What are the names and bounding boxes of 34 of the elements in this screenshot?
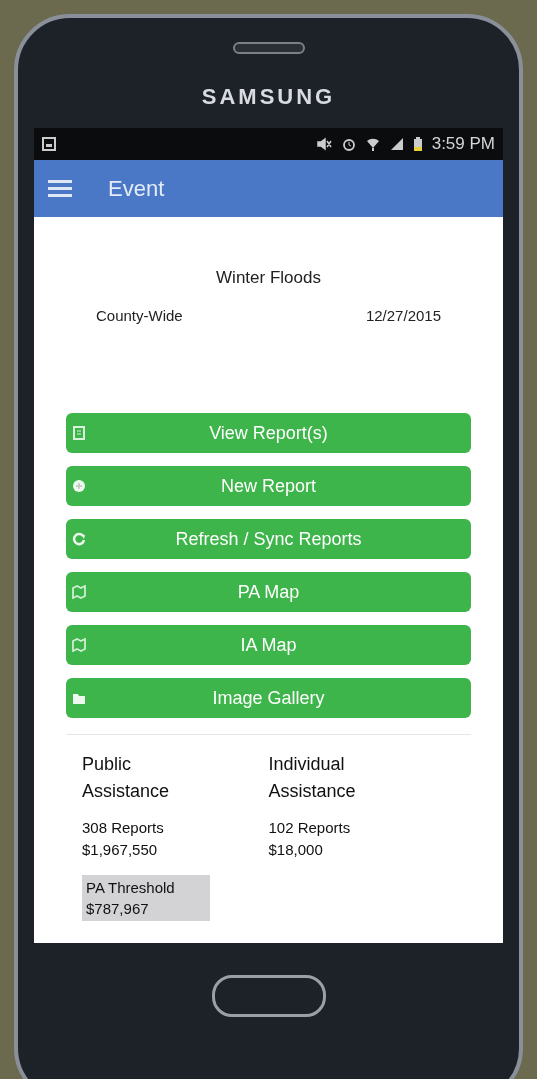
image-icon [42, 137, 56, 151]
total-amount: $18,000 [268, 840, 323, 860]
mute-icon [315, 137, 332, 151]
action-button[interactable]: Image Gallery [66, 678, 471, 718]
threshold-amount: $787,967 [86, 899, 150, 919]
home-button[interactable] [211, 975, 326, 1017]
signal-icon [389, 137, 404, 151]
action-button[interactable]: IA Map [66, 625, 471, 665]
folder-icon [72, 691, 86, 705]
action-button[interactable]: PA Map [66, 572, 471, 612]
menu-icon[interactable] [48, 180, 72, 197]
brand-logo: SAMSUNG [201, 83, 336, 111]
event-name: Winter Floods [215, 267, 322, 289]
action-button[interactable]: Refresh / Sync Reports [66, 519, 471, 559]
map-icon [72, 638, 86, 652]
summary-title: Public Assistance [82, 753, 171, 803]
total-amount: $1,967,550 [82, 840, 158, 860]
report-count: 102 Reports [268, 818, 351, 838]
event-date: 12/27/2015 [365, 305, 441, 326]
battery-icon [413, 137, 422, 151]
screen-title: Event [108, 175, 165, 203]
plus-circle-icon [72, 479, 86, 493]
refresh-icon [72, 532, 86, 546]
event-area: County-Wide [96, 304, 183, 327]
report-count: 308 Reports [82, 818, 164, 838]
summary-title: Individual Assistance [268, 753, 357, 803]
action-button[interactable]: New Report [66, 466, 471, 506]
threshold-label: PA Threshold [86, 878, 176, 898]
wifi-icon [365, 137, 380, 151]
action-button[interactable]: View Report(s) [66, 413, 471, 453]
map-icon [72, 585, 86, 599]
clock-time: 3:59 PM [431, 133, 495, 156]
document-icon [72, 426, 86, 440]
alarm-icon [341, 137, 356, 151]
